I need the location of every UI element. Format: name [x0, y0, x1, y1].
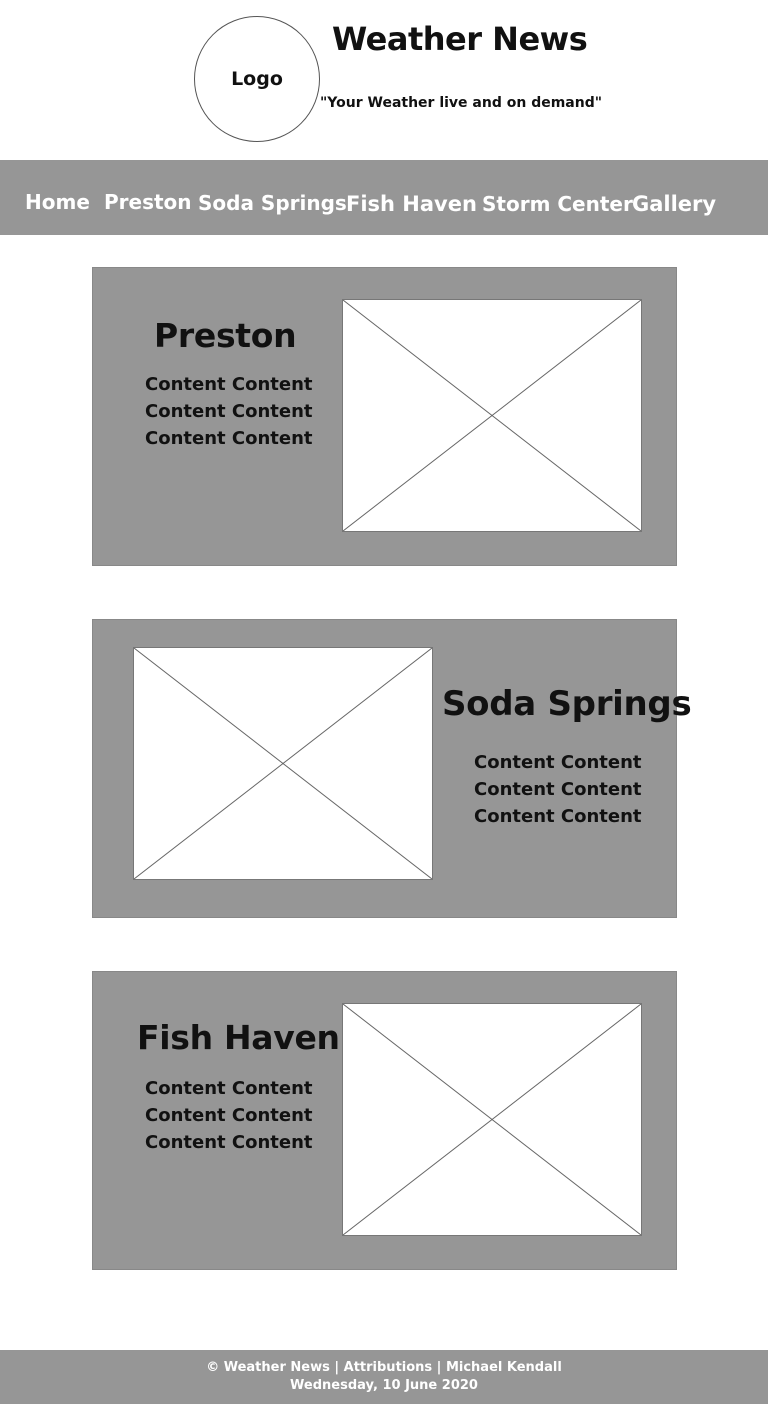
town-card-fish-haven: Fish Haven Content Content Content Conte… — [92, 971, 677, 1270]
placeholder-cross-icon — [134, 648, 432, 879]
card-title: Preston — [154, 316, 297, 355]
tagline: "Your Weather live and on demand" — [320, 95, 603, 111]
placeholder-cross-icon — [343, 1004, 641, 1235]
card-content: Content Content Content Content Content … — [145, 1075, 313, 1156]
image-placeholder — [133, 647, 433, 880]
footer-date: Wednesday, 10 June 2020 — [290, 1378, 478, 1393]
nav-storm-center[interactable]: Storm Center — [482, 192, 633, 216]
placeholder-cross-icon — [343, 300, 641, 531]
nav-gallery[interactable]: Gallery — [632, 192, 716, 216]
content-line: Content Content — [474, 752, 642, 773]
content-line: Content Content — [145, 428, 313, 449]
nav-preston[interactable]: Preston — [104, 190, 192, 214]
town-card-soda-springs: Soda Springs Content Content Content Con… — [92, 619, 692, 918]
nav-home[interactable]: Home — [25, 190, 90, 214]
content-line: Content Content — [474, 806, 642, 827]
card-content: Content Content Content Content Content … — [474, 749, 642, 830]
card-title: Soda Springs — [442, 684, 692, 724]
image-placeholder — [342, 299, 642, 532]
nav-fish-haven[interactable]: Fish Haven — [346, 192, 477, 216]
content-line: Content Content — [474, 779, 642, 800]
logo-label: Logo — [231, 68, 283, 90]
content-line: Content Content — [145, 1078, 313, 1099]
town-card-preston: Preston Content Content Content Content … — [92, 267, 677, 566]
site-title: Weather News — [332, 20, 588, 58]
card-content: Content Content Content Content Content … — [145, 371, 313, 452]
footer: © Weather News | Attributions | Michael … — [0, 1350, 768, 1404]
content-line: Content Content — [145, 1105, 313, 1126]
card-title: Fish Haven — [137, 1018, 340, 1057]
nav-soda-springs[interactable]: Soda Springs — [198, 191, 347, 215]
main-nav: Home Preston Soda Springs Fish Haven Sto… — [0, 160, 768, 235]
content-line: Content Content — [145, 374, 313, 395]
logo[interactable]: Logo — [194, 16, 320, 142]
image-placeholder — [342, 1003, 642, 1236]
content-line: Content Content — [145, 401, 313, 422]
content-line: Content Content — [145, 1132, 313, 1153]
footer-credits: © Weather News | Attributions | Michael … — [206, 1360, 562, 1375]
